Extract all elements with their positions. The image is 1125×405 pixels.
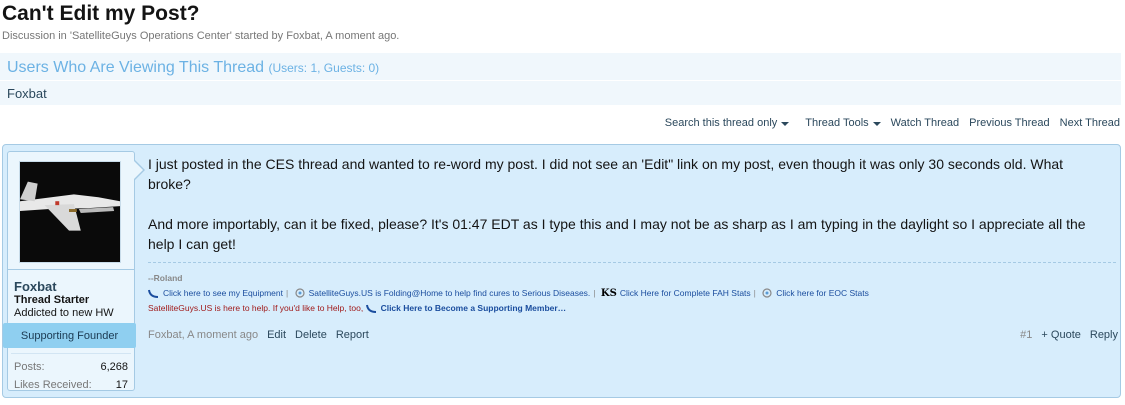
folding-link[interactable]: SatelliteGuys.US is Folding@Home to help… xyxy=(309,288,591,298)
next-thread-link[interactable]: Next Thread xyxy=(1060,117,1120,129)
satellite-dish-icon xyxy=(148,289,159,298)
stat-posts: Posts: 6,268 xyxy=(14,361,128,373)
user-title: Thread Starter xyxy=(14,294,90,306)
signature: --Roland Click here to see my Equipment |… xyxy=(148,271,1118,316)
delete-link[interactable]: Delete xyxy=(295,329,327,341)
stat-likes-label: Likes Received: xyxy=(14,379,92,391)
supporting-member-link[interactable]: Click Here to Become a Supporting Member… xyxy=(381,303,567,313)
watch-thread-link[interactable]: Watch Thread xyxy=(891,117,959,129)
viewer-name-link[interactable]: Foxbat xyxy=(7,86,47,101)
post: Foxbat Thread Starter Addicted to new HW… xyxy=(2,144,1121,398)
stat-likes-value: 17 xyxy=(115,379,128,391)
avatar[interactable] xyxy=(19,161,121,263)
message-body: I just posted in the CES thread and want… xyxy=(148,154,1108,274)
message-paragraph: And more importably, can it be fixed, pl… xyxy=(148,216,1086,252)
thread-tools-label: Thread Tools xyxy=(805,117,869,129)
satellite-dish-icon xyxy=(365,304,376,313)
reply-link[interactable]: Reply xyxy=(1090,329,1118,341)
separator: | xyxy=(286,288,289,298)
separator: | xyxy=(753,288,756,298)
post-footer-left: Foxbat, A moment ago Edit Delete Report xyxy=(148,329,369,341)
forum-link[interactable]: SatelliteGuys Operations Center xyxy=(72,30,230,42)
viewers-counts: (Users: 1, Guests: 0) xyxy=(268,61,380,75)
edit-link[interactable]: Edit xyxy=(267,329,286,341)
search-thread-label: Search this thread only xyxy=(664,117,778,129)
signature-divider xyxy=(148,262,1116,263)
stat-likes: Likes Received: 17 xyxy=(14,379,128,391)
viewers-title: Users Who Are Viewing This Thread xyxy=(7,59,265,76)
search-thread-dropdown[interactable]: Search this thread only xyxy=(665,117,790,129)
chevron-down-icon xyxy=(872,122,881,126)
user-block: Foxbat Thread Starter Addicted to new HW… xyxy=(3,151,145,391)
desc-suffix: , A moment ago. xyxy=(319,30,400,42)
user-custom-title: Addicted to new HW xyxy=(14,307,114,319)
folding-at-home-icon xyxy=(762,288,772,298)
post-number[interactable]: #1 xyxy=(1020,329,1032,341)
thread-description: Discussion in 'SatelliteGuys Operations … xyxy=(2,30,399,42)
message-paragraph: I just posted in the CES thread and want… xyxy=(148,156,1064,192)
folding-at-home-icon xyxy=(294,288,305,298)
stat-posts-value[interactable]: 6,268 xyxy=(100,361,128,373)
quote-link[interactable]: + Quote xyxy=(1041,329,1080,341)
user-banner: Supporting Founder xyxy=(3,323,136,348)
viewers-panel: Users Who Are Viewing This Thread (Users… xyxy=(0,53,1121,105)
avatar-pointer xyxy=(134,160,145,180)
thread-toolbar: Search this thread only Thread Tools Wat… xyxy=(665,117,1120,129)
author-link[interactable]: Foxbat xyxy=(286,30,320,42)
user-divider xyxy=(8,269,134,270)
chevron-down-icon xyxy=(781,122,790,126)
eoc-stats-link[interactable]: Click here for EOC Stats xyxy=(776,288,869,298)
separator: | xyxy=(593,288,596,298)
ks-logo-icon: KS xyxy=(600,288,617,299)
signature-name: --Roland xyxy=(148,273,183,283)
desc-prefix: Discussion in ' xyxy=(2,30,72,42)
fah-stats-link[interactable]: Click Here for Complete FAH Stats xyxy=(620,288,751,298)
username[interactable]: Foxbat xyxy=(14,279,57,294)
viewers-heading: Users Who Are Viewing This Thread (Users… xyxy=(7,59,379,77)
stats-divider xyxy=(11,353,131,354)
post-footer-right: #1 + Quote Reply xyxy=(1020,329,1118,341)
page-title: Can't Edit my Post? xyxy=(2,2,200,25)
report-link[interactable]: Report xyxy=(336,329,369,341)
desc-mid: ' started by xyxy=(229,30,287,42)
equipment-link[interactable]: Click here to see my Equipment xyxy=(163,288,283,298)
thread-tools-dropdown[interactable]: Thread Tools xyxy=(805,117,881,129)
jet-aircraft-image xyxy=(20,162,120,262)
post-date[interactable]: Foxbat, A moment ago xyxy=(148,329,258,341)
viewers-divider xyxy=(0,80,1121,81)
stat-posts-label: Posts: xyxy=(14,361,45,373)
help-text: SatelliteGuys.US is here to help. If you… xyxy=(148,303,364,313)
previous-thread-link[interactable]: Previous Thread xyxy=(969,117,1050,129)
